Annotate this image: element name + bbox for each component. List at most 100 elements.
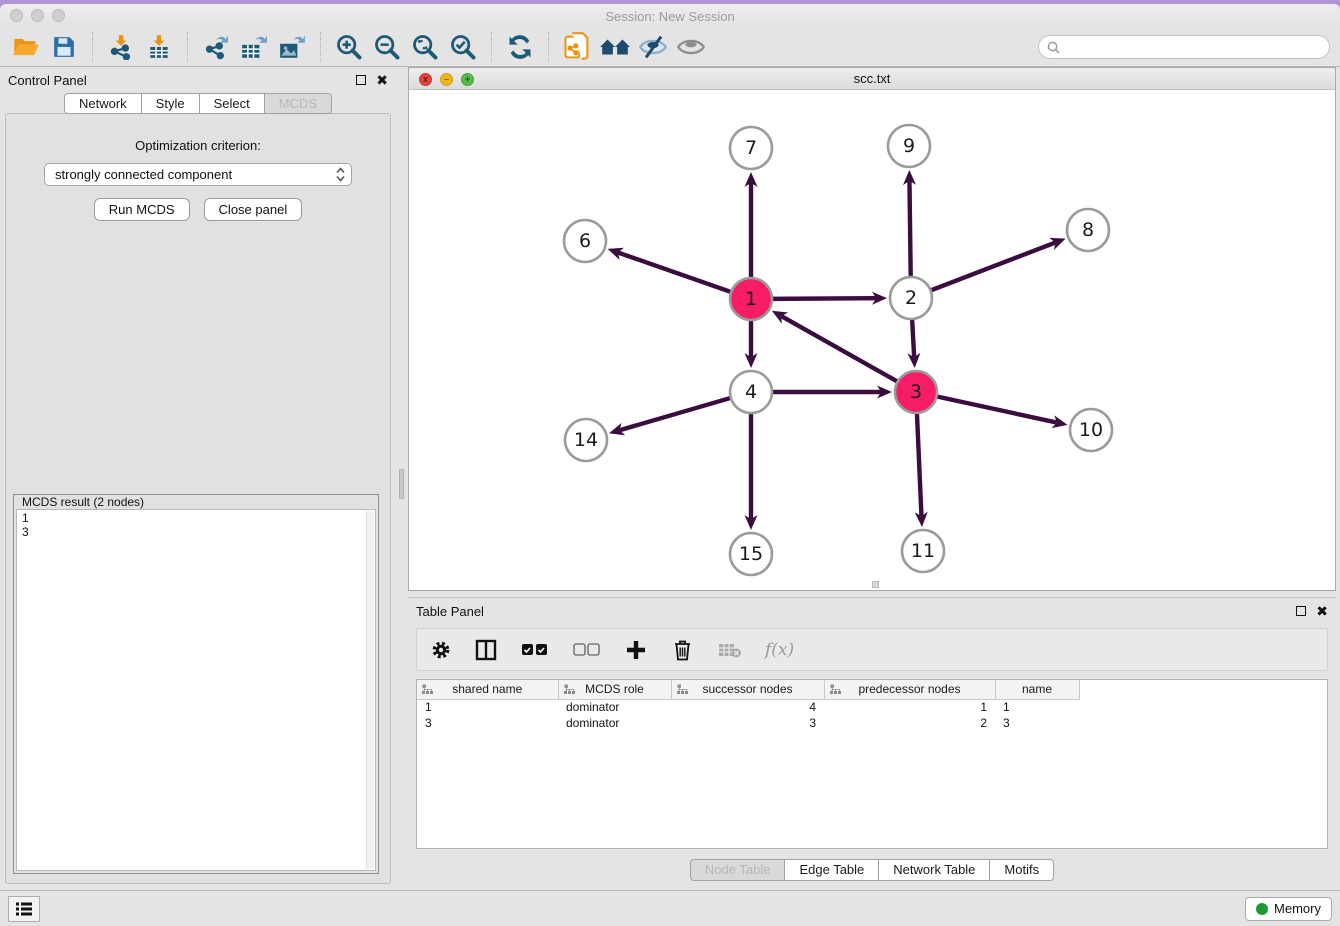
- refresh-button[interactable]: [504, 31, 536, 63]
- result-scrollbar[interactable]: [366, 511, 374, 869]
- node-label-7: 7: [745, 137, 757, 159]
- import-network-button[interactable]: [105, 31, 137, 63]
- float-panel-icon[interactable]: [356, 75, 366, 85]
- refresh-icon: [506, 33, 534, 61]
- edge-1-6[interactable]: [618, 253, 733, 293]
- table-cell[interactable]: 2: [824, 715, 995, 731]
- table-cell[interactable]: 1: [995, 699, 1079, 715]
- task-history-button[interactable]: [8, 896, 40, 922]
- column-header-successor-nodes[interactable]: successor nodes: [671, 680, 824, 699]
- minimize-window-button[interactable]: [31, 9, 44, 22]
- edge-2-9[interactable]: [909, 181, 910, 279]
- column-label: shared name: [452, 682, 522, 696]
- zoom-fit-button[interactable]: [409, 31, 441, 63]
- tab-select[interactable]: Select: [200, 93, 265, 114]
- table-cell[interactable]: 1: [824, 699, 995, 715]
- memory-label: Memory: [1274, 901, 1321, 916]
- duplicate-network-button[interactable]: [561, 31, 593, 63]
- tab-mcds[interactable]: MCDS: [265, 93, 332, 114]
- network-minimize-button[interactable]: –: [440, 73, 453, 86]
- hide-graphics-details-button[interactable]: [637, 31, 669, 63]
- export-image-button[interactable]: [276, 31, 308, 63]
- column-header-predecessor-nodes[interactable]: predecessor nodes: [824, 680, 995, 699]
- column-header-MCDS-role[interactable]: MCDS role: [558, 680, 671, 699]
- tab-network-table[interactable]: Network Table: [879, 859, 990, 881]
- show-graphics-details-button[interactable]: [675, 31, 707, 63]
- open-session-button[interactable]: [10, 31, 42, 63]
- node-table[interactable]: shared name MCDS role successor nodes prede…: [416, 679, 1328, 849]
- network-canvas[interactable]: 1234678910111415: [409, 90, 1335, 590]
- tab-edge-table[interactable]: Edge Table: [785, 859, 879, 881]
- select-all-columns-button[interactable]: [519, 634, 551, 666]
- column-label: predecessor nodes: [858, 682, 960, 696]
- optimization-criterion-select[interactable]: strongly connected component: [44, 163, 352, 186]
- control-panel-title: Control Panel: [8, 73, 87, 88]
- table-cell[interactable]: 3: [417, 715, 558, 731]
- table-row[interactable]: 1dominator411: [417, 699, 1079, 715]
- export-network-icon: [203, 34, 229, 60]
- window-title: Session: New Session: [605, 9, 734, 24]
- edge-2-8[interactable]: [929, 243, 1056, 292]
- zoom-selected-button[interactable]: [447, 31, 479, 63]
- network-close-button[interactable]: x: [419, 73, 432, 86]
- tab-network[interactable]: Network: [64, 93, 142, 114]
- close-window-button[interactable]: [10, 9, 23, 22]
- splitter-grip[interactable]: [399, 469, 404, 499]
- mcds-pane: Optimization criterion: strongly connect…: [5, 113, 391, 884]
- export-network-button[interactable]: [200, 31, 232, 63]
- tab-style[interactable]: Style: [142, 93, 200, 114]
- tab-motifs[interactable]: Motifs: [990, 859, 1054, 881]
- edge-3-11[interactable]: [917, 411, 922, 516]
- main-area: Control Panel ✖ NetworkStyleSelectMCDS O…: [0, 67, 1340, 890]
- memory-status-icon: [1256, 903, 1268, 915]
- table-cell[interactable]: 3: [995, 715, 1079, 731]
- import-table-button[interactable]: [143, 31, 175, 63]
- table-cell[interactable]: 3: [671, 715, 824, 731]
- hierarchy-icon: [830, 684, 841, 695]
- table-cell[interactable]: 1: [417, 699, 558, 715]
- result-line: 1: [22, 511, 370, 525]
- network-resize-grip[interactable]: [872, 581, 879, 588]
- memory-button[interactable]: Memory: [1245, 897, 1332, 921]
- column-label: successor nodes: [702, 682, 792, 696]
- delete-table-button[interactable]: [715, 634, 745, 666]
- close-panel-button[interactable]: Close panel: [204, 198, 303, 221]
- search-field[interactable]: [1038, 35, 1330, 59]
- table-toolbar: f(x): [416, 628, 1328, 671]
- show-column-button[interactable]: [473, 634, 499, 666]
- zoom-in-button[interactable]: [333, 31, 365, 63]
- run-mcds-button[interactable]: Run MCDS: [94, 198, 190, 221]
- float-table-panel-icon[interactable]: [1296, 606, 1306, 616]
- maximize-window-button[interactable]: [52, 9, 65, 22]
- table-row[interactable]: 3dominator323: [417, 715, 1079, 731]
- table-cell[interactable]: dominator: [558, 699, 671, 715]
- hierarchy-icon: [677, 684, 688, 695]
- mcds-result-list[interactable]: 13: [16, 509, 376, 871]
- network-graph[interactable]: 1234678910111415: [409, 90, 1335, 590]
- search-input[interactable]: [1065, 40, 1321, 54]
- save-session-button[interactable]: [48, 31, 80, 63]
- edge-2-3[interactable]: [912, 317, 914, 357]
- create-column-button[interactable]: [623, 634, 649, 666]
- edge-1-2[interactable]: [770, 298, 876, 299]
- table-settings-button[interactable]: [429, 634, 453, 666]
- unselect-all-columns-button[interactable]: [571, 634, 603, 666]
- tab-node-table[interactable]: Node Table: [690, 859, 786, 881]
- close-table-panel-icon[interactable]: ✖: [1316, 604, 1328, 618]
- table-cell[interactable]: 4: [671, 699, 824, 715]
- edge-3-10[interactable]: [935, 396, 1057, 423]
- network-overview-button[interactable]: [599, 31, 631, 63]
- delete-column-button[interactable]: [669, 634, 695, 666]
- close-panel-icon[interactable]: ✖: [376, 73, 388, 87]
- edge-3-1[interactable]: [781, 316, 899, 382]
- zoom-out-button[interactable]: [371, 31, 403, 63]
- export-table-button[interactable]: [238, 31, 270, 63]
- zoom-selected-icon: [449, 33, 477, 61]
- network-maximize-button[interactable]: +: [461, 73, 474, 86]
- edge-4-14[interactable]: [620, 397, 733, 430]
- vertical-splitter[interactable]: [396, 67, 408, 890]
- table-cell[interactable]: dominator: [558, 715, 671, 731]
- column-header-name[interactable]: name: [995, 680, 1079, 699]
- column-header-shared-name[interactable]: shared name: [417, 680, 558, 699]
- function-builder-button[interactable]: f(x): [765, 640, 794, 660]
